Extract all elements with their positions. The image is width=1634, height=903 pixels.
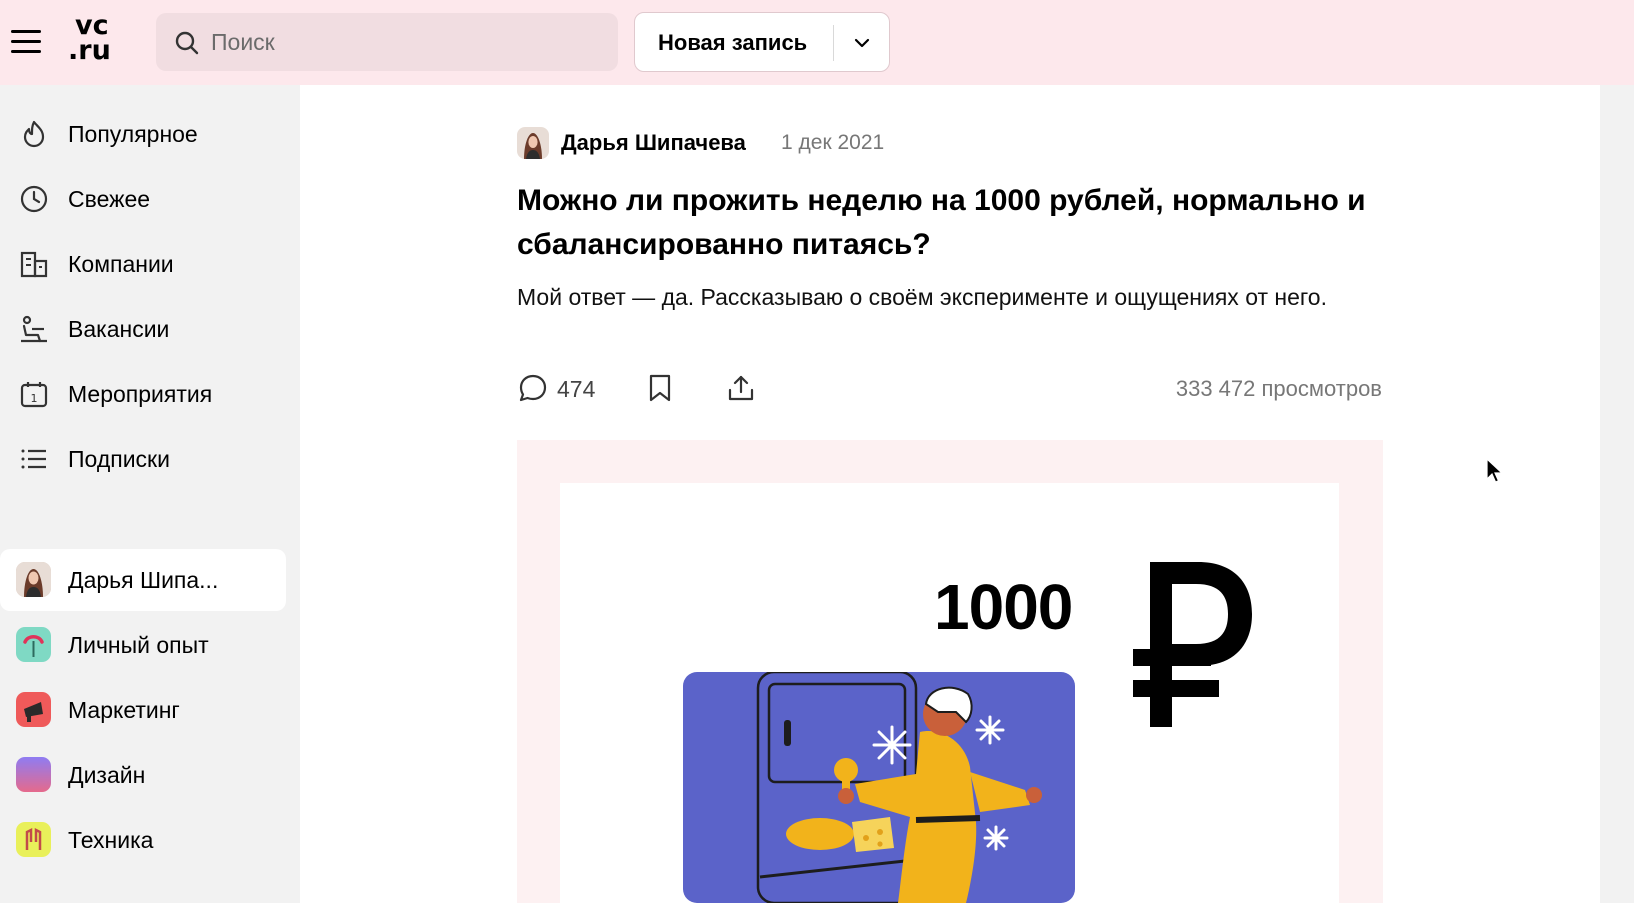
calendar-icon: 1 [20, 382, 48, 408]
sidebar-item-subscriptions[interactable]: Подписки [0, 428, 286, 490]
personal-experience-icon [16, 627, 51, 662]
button-divider [833, 25, 834, 61]
sidebar-item-companies[interactable]: Компании [0, 233, 286, 295]
share-icon [728, 375, 754, 401]
sidebar-sub-author[interactable]: Дарья Шипа... [0, 549, 286, 611]
logo-line-2: .ru [68, 35, 111, 66]
sidebar-item-label: Подписки [68, 446, 170, 472]
cover-amount: 1000 [934, 571, 1073, 643]
megaphone-icon [16, 692, 51, 727]
sidebar-item-label: Техника [68, 827, 154, 853]
comment-icon [519, 374, 547, 402]
site-logo[interactable]: vc .ru [68, 12, 128, 69]
sidebar-item-label: Свежее [68, 186, 151, 212]
sidebar-item-jobs[interactable]: Вакансии [0, 298, 286, 360]
search-icon [175, 31, 199, 55]
sidebar-sub-tech[interactable]: Техника [0, 809, 286, 871]
views-count: 333 472 просмотров [1175, 376, 1382, 401]
mouse-cursor-icon [1486, 458, 1504, 483]
sidebar-item-label: Маркетинг [68, 697, 180, 723]
sidebar-sub-design[interactable]: Дизайн [0, 744, 286, 806]
user-avatar [16, 562, 51, 597]
fridge-person-illustration [683, 672, 1075, 903]
buildings-icon [20, 251, 48, 278]
chevron-down-icon[interactable] [852, 33, 872, 53]
sidebar-item-fresh[interactable]: Свежее [0, 168, 286, 230]
sidebar-item-label: Мероприятия [68, 381, 213, 407]
job-seat-icon [21, 315, 47, 343]
list-icon [21, 449, 46, 469]
sidebar-item-label: Дизайн [68, 762, 146, 788]
sidebar-item-label: Вакансии [68, 316, 170, 342]
sidebar-item-label: Компании [68, 251, 174, 277]
sidebar-item-label: Личный опыт [68, 632, 209, 658]
svg-text:1: 1 [31, 392, 38, 405]
sidebar-item-events[interactable]: 1 Мероприятия [0, 363, 286, 425]
sidebar-sub-marketing[interactable]: Маркетинг [0, 679, 286, 741]
sidebar-sub-personal-experience[interactable]: Личный опыт [0, 614, 286, 676]
sidebar-item-label: Популярное [68, 121, 198, 147]
sidebar-item-popular[interactable]: Популярное [0, 103, 286, 165]
sidebar-item-label: Дарья Шипа... [68, 567, 219, 593]
new-post-label: Новая запись [658, 30, 808, 55]
post-lead: Мой ответ — да. Рассказываю о своём эксп… [517, 284, 1327, 310]
comments-button[interactable]: 474 [517, 372, 601, 406]
post-date[interactable]: 1 дек 2021 [781, 131, 884, 155]
search-input[interactable]: Поиск [156, 13, 618, 71]
search-placeholder: Поиск [211, 29, 275, 55]
flame-icon [23, 120, 45, 148]
author-name[interactable]: Дарья Шипачева [561, 130, 746, 156]
top-bar: vc .ru Поиск Новая запись [0, 0, 1634, 85]
menu-icon[interactable] [11, 30, 41, 56]
tech-icon [16, 822, 51, 857]
bookmark-icon [649, 374, 671, 402]
new-post-button[interactable]: Новая запись [634, 12, 890, 72]
comments-count: 474 [557, 376, 596, 402]
share-button[interactable] [725, 372, 757, 406]
post-title[interactable]: Можно ли прожить неделю на 1000 рублей, … [517, 179, 1397, 267]
clock-icon [20, 185, 48, 213]
author-avatar[interactable] [517, 127, 549, 159]
bookmark-button[interactable] [645, 372, 675, 406]
ruble-symbol-icon [1133, 562, 1252, 727]
sidebar: Популярное Свежее Компании Вакансии 1 Ме… [0, 85, 300, 903]
gradient-icon [16, 757, 51, 792]
